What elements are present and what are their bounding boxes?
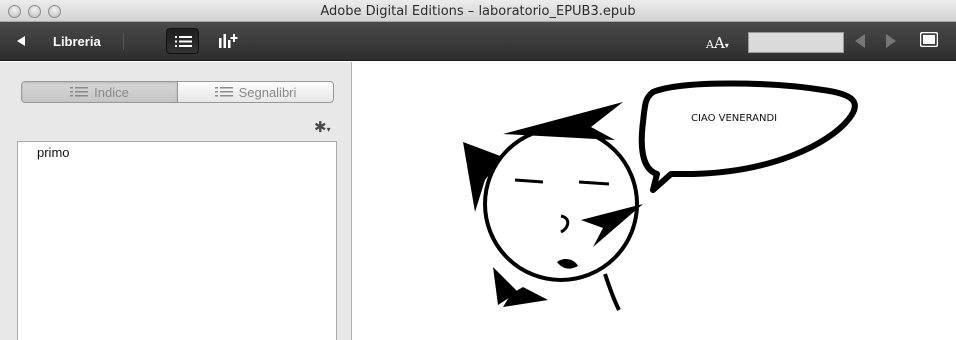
prev-page-icon[interactable] xyxy=(855,34,865,48)
sidebar-tabs: Indice Segnalibri xyxy=(21,81,334,103)
left-horn xyxy=(463,142,503,212)
next-page-icon[interactable] xyxy=(886,34,896,48)
back-icon[interactable] xyxy=(17,36,25,46)
page-number-input[interactable] xyxy=(748,32,844,53)
tab-segnalibri-label: Segnalibri xyxy=(238,84,297,100)
tab-indice-label: Indice xyxy=(94,84,129,100)
gear-icon[interactable]: ✱▾ xyxy=(314,118,331,136)
tab-segnalibri[interactable]: Segnalibri xyxy=(178,82,333,102)
window-title: Adobe Digital Editions – laboratorio_EPU… xyxy=(320,4,636,19)
stats-view-icon[interactable] xyxy=(216,31,240,51)
tab-indice[interactable]: Indice xyxy=(22,82,178,102)
toc-list: primo xyxy=(17,141,337,340)
list-view-icon xyxy=(175,36,192,47)
bookmarks-icon xyxy=(214,87,233,97)
title-bar: Adobe Digital Editions – laboratorio_EPU… xyxy=(0,0,956,22)
face-head xyxy=(483,126,639,282)
book-page: CIAO VENERANDI xyxy=(353,62,956,340)
body-line xyxy=(603,273,621,311)
right-eye xyxy=(578,180,610,186)
list-icon xyxy=(70,87,89,97)
library-button[interactable]: Libreria xyxy=(53,34,101,49)
fullscreen-icon[interactable] xyxy=(920,32,938,47)
mouth xyxy=(557,259,578,269)
toc-item[interactable]: primo xyxy=(37,145,70,160)
left-eye xyxy=(514,178,544,184)
list-view-button[interactable] xyxy=(166,28,199,54)
toolbar-divider xyxy=(123,33,124,50)
nose xyxy=(560,214,570,234)
page-illustration xyxy=(463,80,858,311)
speech-bubble xyxy=(638,80,858,193)
speech-text: CIAO VENERANDI xyxy=(691,113,778,124)
top-horn xyxy=(503,102,623,140)
font-size-icon[interactable]: AA▾ xyxy=(706,33,729,52)
toolbar: Libreria AA▾ xyxy=(0,22,956,61)
sidebar: Indice Segnalibri ✱▾ primo xyxy=(0,62,352,340)
